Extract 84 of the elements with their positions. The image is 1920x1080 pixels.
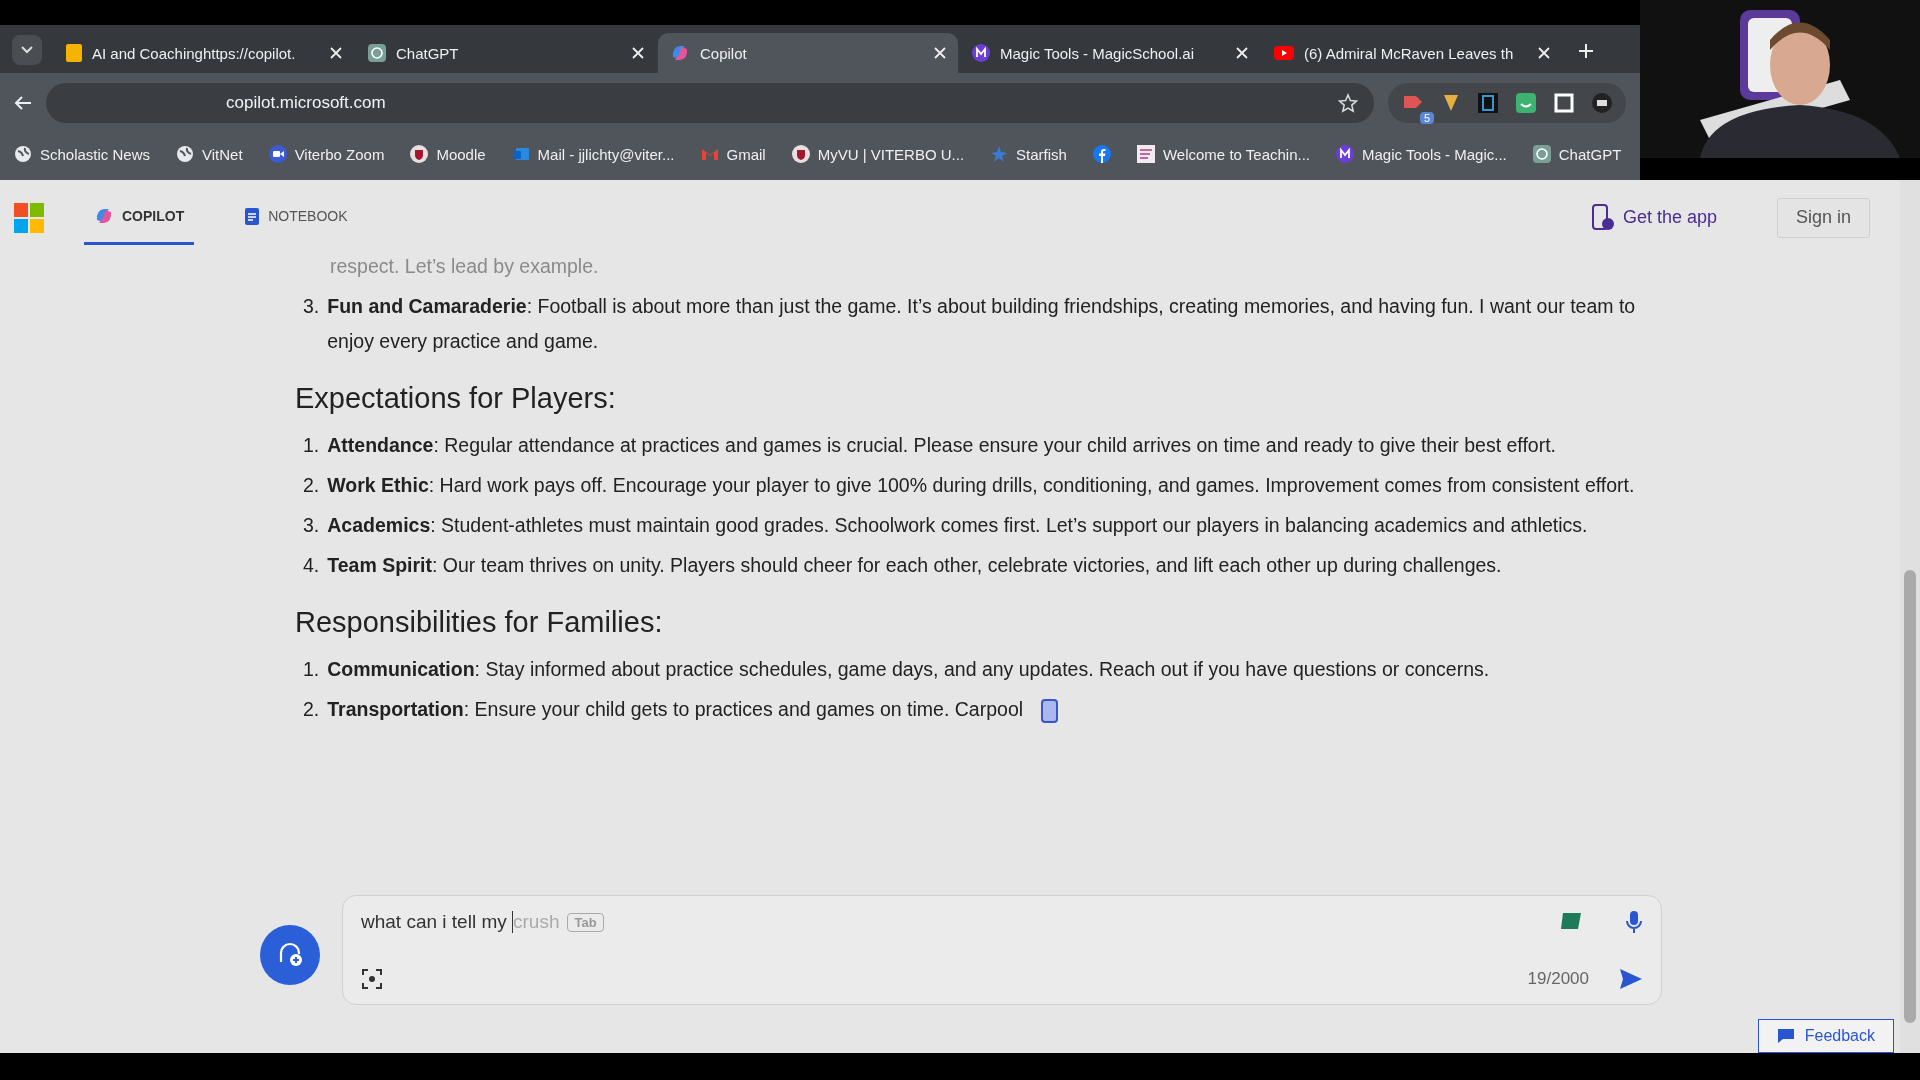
list-text: Fun and Camaraderie: Football is about more than just the game. It’s about building friendships, creating memories, and having fun. I want our team to enjoy every practice and game.: [327, 294, 1637, 354]
list-text: Attendance: Regular attendance at practices and games is crucial. Please ensure your child arrives on time and ready to give their best effort.: [327, 434, 1557, 456]
list-number: 1.: [303, 433, 320, 458]
suggestion-text: crush: [512, 911, 560, 933]
extension-icon[interactable]: [1592, 93, 1612, 113]
browser-tab[interactable]: Copilot: [658, 33, 958, 73]
close-icon[interactable]: [632, 47, 644, 59]
crest-icon: [791, 145, 810, 163]
close-icon[interactable]: [1538, 47, 1550, 59]
smiley-icon[interactable]: [1516, 93, 1536, 113]
list-text: Team Spirit: Our team thrives on unity. Players should cheer for each other, celebrate victories, and lift each other up during challenges.: [327, 554, 1502, 576]
list-number: 3.: [303, 294, 320, 319]
section-heading: Expectations for Players:: [295, 381, 617, 416]
crest-icon: [410, 145, 429, 163]
list-text: Academics: Student-athletes must maintain good grades. Schoolwork comes first. Let’s support our players in balancing academics and athletics.: [327, 514, 1588, 536]
bookmark[interactable]: Magic Tools - Magic...: [1336, 145, 1507, 163]
sign-in-button[interactable]: Sign in: [1776, 197, 1870, 238]
new-tab-icon[interactable]: [1578, 43, 1594, 59]
chatgpt-icon: [368, 44, 386, 62]
bookmark[interactable]: MyVU | VITERBO U...: [791, 145, 965, 163]
bookmark[interactable]: ChatGPT: [1532, 145, 1622, 163]
mail-icon: [511, 145, 530, 163]
feedback-button[interactable]: Feedback: [1757, 1019, 1894, 1053]
scrollbar-thumb[interactable]: [1904, 570, 1916, 1023]
star-icon[interactable]: [1338, 93, 1358, 113]
video-icon: [268, 145, 287, 163]
bookmark[interactable]: Viterbo Zoom: [268, 145, 385, 163]
message-input[interactable]: what can i tell my crush Tab 19/2000: [342, 895, 1662, 1005]
screenshot-icon[interactable]: [361, 968, 383, 990]
get-app-link[interactable]: Get the app: [1590, 203, 1717, 232]
globe-icon: [176, 145, 195, 163]
copilot-icon: [670, 43, 690, 63]
phone-chat-icon: [1590, 203, 1615, 232]
list-text: Transportation: Ensure your child gets to practices and games on time. Carpool: [327, 698, 1024, 720]
bookmark[interactable]: Scholastic News: [14, 145, 151, 163]
bookmark[interactable]: Welcome to Teachin...: [1136, 145, 1310, 163]
typed-text: what can i tell my: [361, 911, 508, 933]
page-icon: [1136, 145, 1155, 163]
list-text: Communication: Stay informed about practice schedules, game days, and any updates. Reach out if you have questions or concerns.: [327, 658, 1490, 680]
close-icon[interactable]: [1236, 47, 1248, 59]
bookmark[interactable]: Mail - jjlichty@viter...: [511, 145, 675, 163]
browser-tab[interactable]: AI and Coachinghttps://copilot.: [54, 33, 354, 73]
microphone-icon[interactable]: [1625, 910, 1643, 934]
chevron-down-icon: [21, 46, 33, 54]
list-number: 3.: [303, 513, 320, 538]
send-icon[interactable]: [1619, 968, 1643, 990]
browser-tab[interactable]: (6) Admiral McRaven Leaves th: [1262, 33, 1562, 73]
envelope-icon: [700, 147, 719, 161]
facebook-icon[interactable]: [1092, 145, 1111, 163]
list-number: 1.: [303, 657, 320, 682]
star-icon: [990, 145, 1009, 163]
close-icon[interactable]: [934, 47, 946, 59]
list-text: Work Ethic: Hard work pays off. Encourage your player to give 100% during drills, conditioning, and games. Improvement comes from consistent effort.: [327, 474, 1635, 496]
list-number: 4.: [303, 553, 320, 578]
tab-list-button[interactable]: [12, 35, 42, 65]
back-icon[interactable]: [14, 95, 32, 111]
nav-tab[interactable]: NOTEBOOK: [234, 190, 358, 245]
m-logo-icon: [1336, 145, 1354, 163]
notepad-icon: [244, 206, 261, 226]
character-count: 19/2000: [1527, 969, 1589, 989]
bookmark[interactable]: VitNet: [176, 145, 243, 163]
windows-logo-icon: [14, 202, 44, 233]
m-logo-icon: [972, 44, 990, 62]
globe-icon: [14, 145, 32, 163]
copilot-icon: [94, 206, 114, 226]
play-icon: [1274, 46, 1294, 60]
browser-tab[interactable]: Magic Tools - MagicSchool.ai: [960, 33, 1260, 73]
list-number: 2.: [303, 697, 320, 722]
browser-tab[interactable]: ChatGPT: [356, 33, 656, 73]
bookmark[interactable]: Gmail: [700, 145, 766, 163]
count-badge: 5: [1419, 112, 1434, 124]
key-hint: Tab: [567, 912, 604, 932]
bookmark[interactable]: Moodle: [410, 145, 486, 163]
list-number: 2.: [303, 473, 320, 498]
new-chat-button[interactable]: [260, 925, 320, 985]
chatgpt-icon: [1532, 145, 1551, 163]
square-icon[interactable]: [1554, 93, 1574, 113]
address-bar[interactable]: copilot.microsoft.com: [46, 83, 1374, 123]
section-heading: Responsibilities for Families:: [295, 605, 664, 640]
close-icon[interactable]: [330, 47, 342, 59]
faded-text: respect. Let’s lead by example.: [329, 254, 600, 279]
nav-tab[interactable]: COPILOT: [84, 190, 195, 245]
chat-icon: [1776, 1028, 1795, 1044]
bookmark[interactable]: Starfish: [990, 145, 1067, 163]
